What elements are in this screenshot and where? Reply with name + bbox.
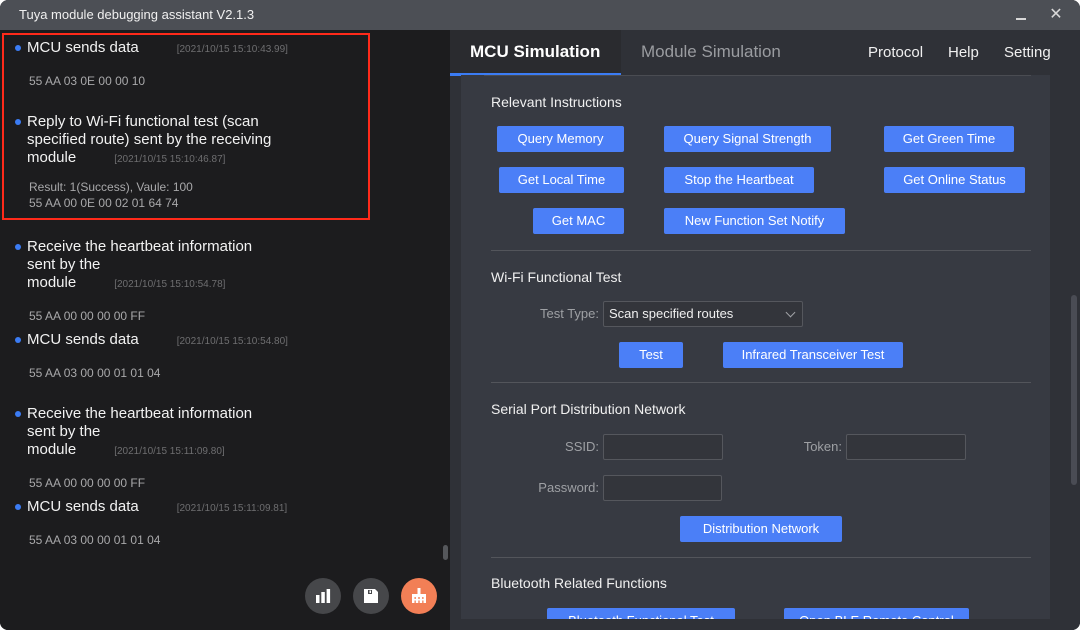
password-input[interactable]: [603, 475, 722, 501]
log-data: 55 AA 03 00 00 01 01 04: [29, 533, 161, 547]
log-timestamp: [2021/10/15 15:10:43.99]: [176, 44, 288, 55]
section-title-relevant-instructions: Relevant Instructions: [491, 94, 622, 110]
test-type-select[interactable]: Scan specified routes: [603, 301, 803, 327]
menu-protocol[interactable]: Protocol: [868, 44, 923, 61]
log-panel: MCU sends data [2021/10/15 15:10:43.99] 5…: [0, 30, 450, 630]
minimize-button[interactable]: [1010, 4, 1032, 26]
get-mac-button[interactable]: Get MAC: [533, 208, 624, 234]
log-data: 55 AA 03 00 00 01 01 04: [29, 366, 161, 380]
divider: [491, 382, 1031, 383]
title-bar: Tuya module debugging assistant V2.1.3 ✕: [0, 0, 1080, 30]
log-scrollbar-thumb[interactable]: [443, 545, 448, 560]
chevron-down-icon: [785, 307, 796, 318]
query-signal-strength-button[interactable]: Query Signal Strength: [664, 126, 831, 152]
menu-help[interactable]: Help: [948, 44, 979, 61]
section-title-serial-port: Serial Port Distribution Network: [491, 401, 686, 417]
token-label: Token:: [803, 439, 842, 454]
log-data: 55 AA 00 0E 00 02 01 64 74: [29, 196, 179, 210]
log-timestamp: [2021/10/15 15:11:09.81]: [176, 503, 288, 514]
section-title-wifi-test: Wi-Fi Functional Test: [491, 269, 622, 285]
bullet-icon: [15, 244, 21, 250]
get-online-status-button[interactable]: Get Online Status: [884, 167, 1025, 193]
token-input[interactable]: [846, 434, 966, 460]
app-window: Tuya module debugging assistant V2.1.3 ✕…: [0, 0, 1080, 630]
save-log-button[interactable]: [353, 578, 389, 614]
tab-module-simulation[interactable]: Module Simulation: [641, 30, 781, 75]
clear-log-button[interactable]: [401, 578, 437, 614]
ssid-label: SSID:: [565, 439, 599, 454]
log-entry: Receive the heartbeat information sent b…: [0, 405, 440, 491]
content-scrollbar-thumb[interactable]: [1071, 295, 1077, 485]
log-data: 55 AA 00 00 00 00 FF: [29, 309, 146, 323]
password-label: Password:: [538, 480, 599, 495]
menu-setting[interactable]: Setting: [1004, 44, 1051, 61]
test-button[interactable]: Test: [619, 342, 683, 368]
tab-bar: MCU Simulation Module Simulation Protoco…: [450, 30, 1080, 76]
log-title: MCU sends data: [27, 331, 139, 348]
ssid-input[interactable]: [603, 434, 723, 460]
new-function-set-notify-button[interactable]: New Function Set Notify: [664, 208, 845, 234]
get-local-time-button[interactable]: Get Local Time: [499, 167, 624, 193]
section-title-bluetooth: Bluetooth Related Functions: [491, 575, 667, 591]
distribution-network-button[interactable]: Distribution Network: [680, 516, 842, 542]
get-green-time-button[interactable]: Get Green Time: [884, 126, 1014, 152]
log-entry: Receive the heartbeat information sent b…: [0, 238, 440, 324]
test-type-label: Test Type:: [539, 306, 599, 321]
log-title: MCU sends data: [27, 39, 139, 56]
test-type-value: Scan specified routes: [609, 306, 734, 321]
clear-brush-icon: [412, 588, 426, 603]
log-timestamp: [2021/10/15 15:10:46.87]: [114, 154, 226, 165]
bar-chart-icon: [316, 589, 331, 603]
bullet-icon: [15, 411, 21, 417]
save-icon: [364, 589, 378, 603]
log-entry: MCU sends data [2021/10/15 15:10:43.99] 5…: [0, 39, 440, 89]
log-entry: Reply to Wi-Fi functional test (scan spe…: [0, 113, 440, 211]
log-title: MCU sends data: [27, 498, 139, 515]
divider: [484, 75, 1031, 76]
log-entry: MCU sends data [2021/10/15 15:11:09.81] 5…: [0, 498, 440, 548]
tab-mcu-simulation[interactable]: MCU Simulation: [450, 30, 621, 76]
stop-heartbeat-button[interactable]: Stop the Heartbeat: [664, 167, 814, 193]
log-data: 55 AA 00 00 00 00 FF: [29, 476, 146, 490]
close-button[interactable]: ✕: [1045, 4, 1067, 26]
simulation-panel: MCU Simulation Module Simulation Protoco…: [450, 30, 1080, 630]
log-timestamp: [2021/10/15 15:11:09.80]: [114, 446, 225, 457]
infrared-transceiver-test-button[interactable]: Infrared Transceiver Test: [723, 342, 903, 368]
bullet-icon: [15, 504, 21, 510]
log-timestamp: [2021/10/15 15:10:54.80]: [176, 336, 288, 347]
mcu-simulation-content: Relevant Instructions Query Memory Query…: [461, 75, 1050, 630]
bullet-icon: [15, 45, 21, 51]
query-memory-button[interactable]: Query Memory: [497, 126, 624, 152]
window-title: Tuya module debugging assistant V2.1.3: [19, 7, 255, 22]
statistics-button[interactable]: [305, 578, 341, 614]
bullet-icon: [15, 337, 21, 343]
log-timestamp: [2021/10/15 15:10:54.78]: [114, 279, 226, 290]
log-entry: MCU sends data [2021/10/15 15:10:54.80] 5…: [0, 331, 440, 381]
divider: [491, 250, 1031, 251]
divider: [491, 557, 1031, 558]
bullet-icon: [15, 119, 21, 125]
log-data: 55 AA 03 0E 00 00 10: [29, 74, 146, 88]
log-result: Result: 1(Success), Vaule: 100: [29, 180, 193, 194]
